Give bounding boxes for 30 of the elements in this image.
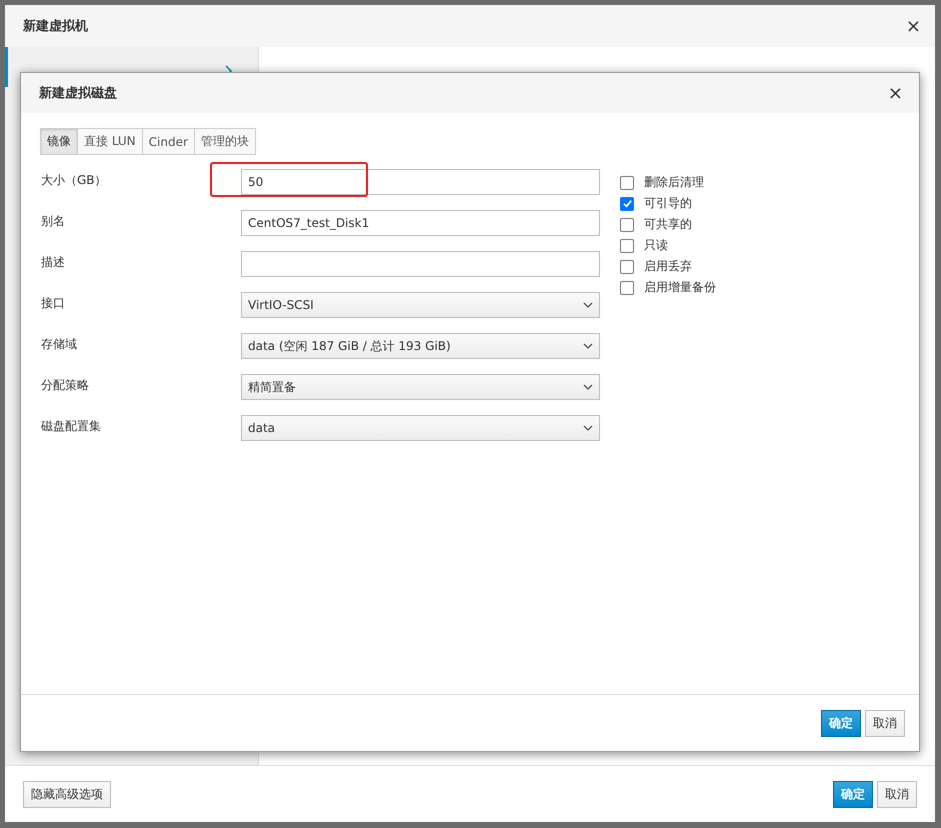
dropdown[interactable]: VirtIO-SCSI xyxy=(241,292,600,318)
checkbox-label: 删除后清理 xyxy=(644,174,704,191)
field-label: 分配策略 xyxy=(41,377,90,394)
input-field[interactable]: CentOS7_test_Disk1 xyxy=(241,210,600,236)
tab[interactable]: 镜像 xyxy=(40,128,78,155)
close-button[interactable]: × xyxy=(888,82,903,104)
checkbox-label: 可引导的 xyxy=(644,195,692,212)
cancel-button[interactable]: 取消 xyxy=(877,780,917,808)
checkbox-label: 启用丢弃 xyxy=(644,258,692,275)
close-button[interactable]: × xyxy=(906,16,921,36)
checkbox-label: 只读 xyxy=(644,237,668,254)
field-label: 存储域 xyxy=(41,336,78,353)
dropdown[interactable]: data (空闲 187 GiB / 总计 193 GiB) xyxy=(241,333,600,359)
dropdown[interactable]: data xyxy=(241,415,600,441)
advanced-options-button[interactable]: 隐藏高级选项 xyxy=(23,780,111,808)
field-label: 描述 xyxy=(41,254,66,271)
tab[interactable]: 管理的块 xyxy=(194,128,256,155)
dropdown[interactable]: 精简置备 xyxy=(241,374,600,400)
field-label: 别名 xyxy=(41,213,66,230)
field-label: 接口 xyxy=(41,295,66,312)
checkbox-label: 启用增量备份 xyxy=(644,279,716,296)
dialog-title: 新建虚拟机 xyxy=(23,18,88,35)
cancel-button[interactable]: 取消 xyxy=(865,710,905,736)
checkbox-label: 可共享的 xyxy=(644,216,692,233)
field-label: 大小（GB） xyxy=(41,172,108,189)
tab[interactable]: Cinder xyxy=(142,128,195,155)
field-label: 磁盘配置集 xyxy=(41,418,102,435)
tab[interactable]: 直接 LUN xyxy=(77,128,143,155)
dialog-title: 新建虚拟磁盘 xyxy=(39,84,117,102)
input-field[interactable]: 50 xyxy=(241,169,600,195)
